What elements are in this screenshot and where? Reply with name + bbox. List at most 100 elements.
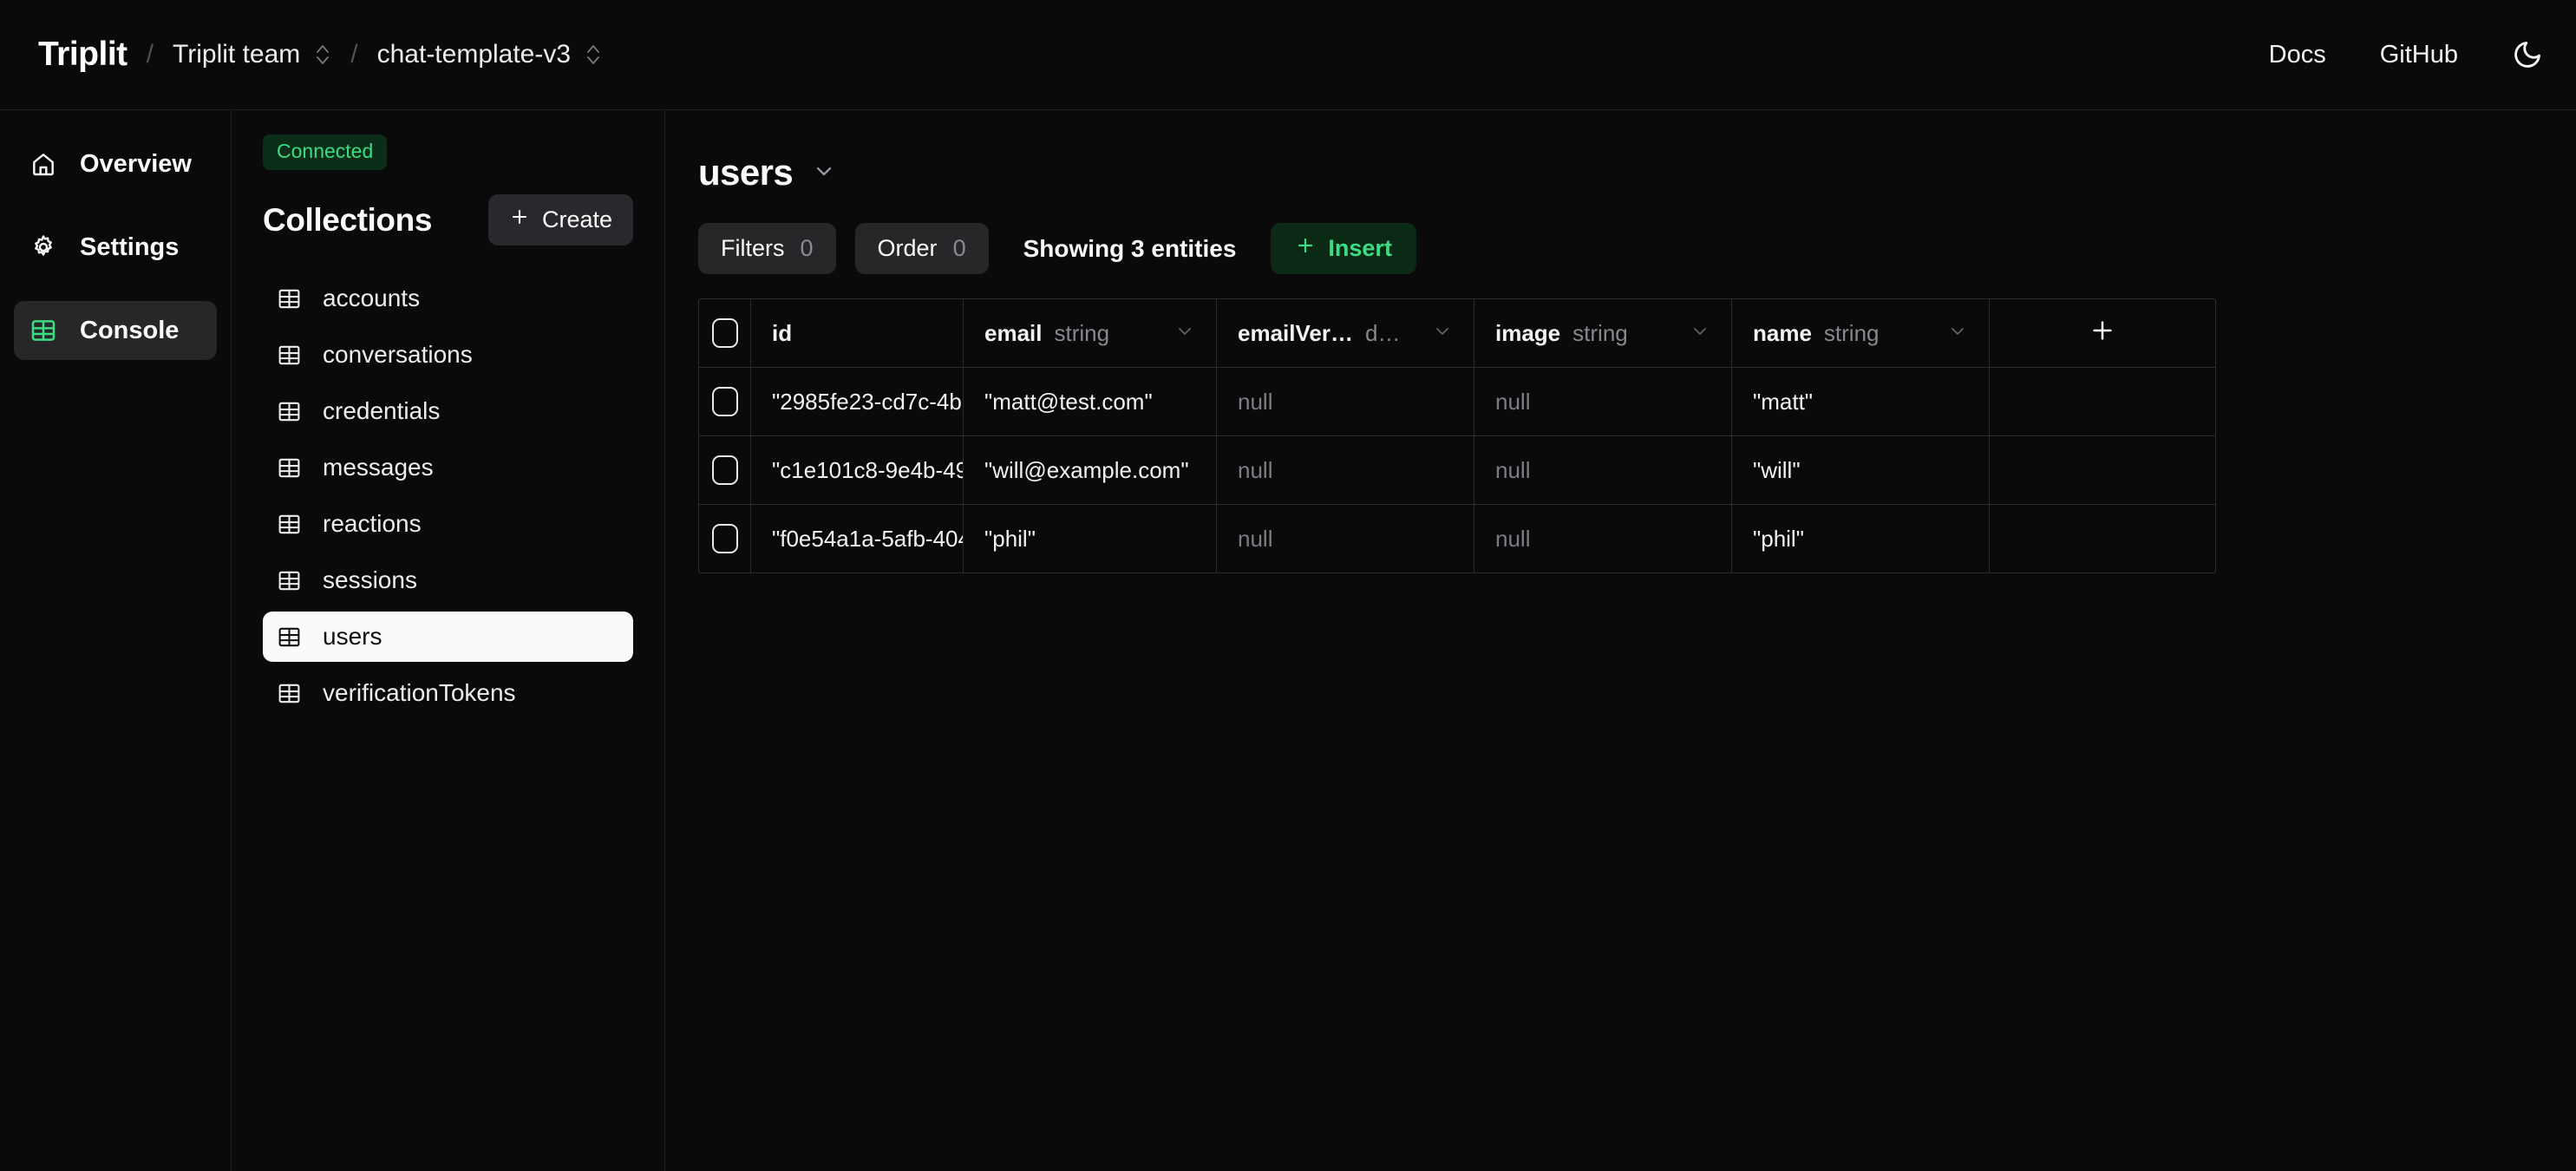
cell-empty	[1990, 436, 2215, 504]
cell-emailverified[interactable]: null	[1217, 368, 1474, 435]
table-row[interactable]: "f0e54a1a-5afb-4042-9c0 "phil" null null…	[699, 504, 2215, 572]
cell-id[interactable]: "2985fe23-cd7c-4bd2-b5	[751, 368, 964, 435]
cell-image[interactable]: null	[1474, 368, 1732, 435]
collection-item-accounts[interactable]: accounts	[263, 273, 633, 324]
collection-item-credentials[interactable]: credentials	[263, 386, 633, 436]
filters-label: Filters	[721, 235, 785, 261]
collection-item-label: sessions	[323, 566, 417, 593]
sidebar-nav: Overview Settings Console	[0, 110, 232, 1171]
chevron-down-icon[interactable]	[1166, 320, 1195, 347]
order-count: 0	[952, 235, 966, 261]
topbar-actions: Docs GitHub	[2269, 39, 2543, 70]
collections-title: Collections	[263, 201, 433, 238]
chevron-down-icon[interactable]	[1423, 320, 1453, 347]
collections-header: Collections Create	[263, 194, 633, 245]
column-header-name[interactable]: name string	[1732, 299, 1990, 367]
collection-item-label: credentials	[323, 397, 441, 424]
collections-panel: Connected Collections Create accounts co…	[232, 110, 665, 1171]
chevron-up-down-icon	[314, 42, 331, 68]
collection-item-label: accounts	[323, 285, 421, 311]
filters-count: 0	[800, 235, 814, 261]
collection-item-conversations[interactable]: conversations	[263, 330, 633, 380]
select-all-checkbox[interactable]	[711, 318, 738, 348]
collection-item-verificationtokens[interactable]: verificationTokens	[263, 668, 633, 718]
column-type: string	[1572, 319, 1628, 346]
breadcrumb-separator-1: /	[146, 40, 154, 69]
create-collection-label: Create	[541, 206, 612, 232]
docs-link[interactable]: Docs	[2269, 41, 2326, 69]
sidebar-item-console[interactable]: Console	[14, 301, 217, 360]
collection-item-reactions[interactable]: reactions	[263, 499, 633, 549]
collection-item-label: reactions	[323, 510, 422, 537]
plus-icon	[509, 206, 530, 233]
plus-icon	[2089, 317, 2116, 350]
cell-id[interactable]: "c1e101c8-9e4b-4999-88	[751, 436, 964, 504]
column-name: name	[1753, 319, 1812, 346]
collection-item-messages[interactable]: messages	[263, 442, 633, 493]
sidebar-item-label: Overview	[80, 149, 192, 178]
insert-button[interactable]: Insert	[1271, 223, 1416, 274]
page-title-row: users	[698, 152, 2576, 193]
table-icon	[277, 512, 302, 537]
create-collection-button[interactable]: Create	[487, 194, 633, 245]
breadcrumb-project-label: chat-template-v3	[376, 40, 572, 69]
row-select-cell	[699, 505, 751, 572]
sidebar-item-label: Console	[80, 316, 180, 344]
table-header-row: id email string emailVer… d… image strin…	[699, 299, 2215, 367]
chevron-down-icon[interactable]	[812, 159, 836, 187]
cell-name[interactable]: "phil"	[1732, 505, 1990, 572]
chevron-up-down-icon	[585, 42, 602, 68]
collection-item-users[interactable]: users	[263, 612, 633, 662]
cell-emailverified[interactable]: null	[1217, 436, 1474, 504]
column-header-email[interactable]: email string	[964, 299, 1217, 367]
collection-item-sessions[interactable]: sessions	[263, 555, 633, 605]
column-header-image[interactable]: image string	[1474, 299, 1732, 367]
cell-email[interactable]: "matt@test.com"	[964, 368, 1217, 435]
breadcrumb-project-selector[interactable]: chat-template-v3	[377, 40, 602, 69]
cell-name[interactable]: "will"	[1732, 436, 1990, 504]
gear-icon	[29, 233, 57, 261]
row-checkbox[interactable]	[711, 387, 738, 416]
table-row[interactable]: "2985fe23-cd7c-4bd2-b5 "matt@test.com" n…	[699, 367, 2215, 435]
column-header-emailverified[interactable]: emailVer… d…	[1217, 299, 1474, 367]
order-label: Order	[877, 235, 938, 261]
moon-icon[interactable]	[2512, 39, 2543, 70]
cell-image[interactable]: null	[1474, 505, 1732, 572]
cell-email[interactable]: "will@example.com"	[964, 436, 1217, 504]
breadcrumb-team-selector[interactable]: Triplit team	[173, 40, 331, 69]
order-button[interactable]: Order 0	[854, 223, 989, 274]
connection-status-badge: Connected	[263, 134, 388, 170]
row-checkbox[interactable]	[711, 455, 738, 485]
table-icon	[277, 568, 302, 593]
cell-emailverified[interactable]: null	[1217, 505, 1474, 572]
cell-image[interactable]: null	[1474, 436, 1732, 504]
chevron-down-icon[interactable]	[1939, 320, 1968, 347]
filters-button[interactable]: Filters 0	[698, 223, 836, 274]
cell-id[interactable]: "f0e54a1a-5afb-4042-9c0	[751, 505, 964, 572]
column-header-id[interactable]: id	[751, 299, 964, 367]
chevron-down-icon[interactable]	[1681, 320, 1710, 347]
add-column-button[interactable]	[1990, 299, 2215, 367]
top-bar: Triplit / Triplit team / chat-template-v…	[0, 0, 2576, 110]
brand-logo[interactable]: Triplit	[38, 36, 127, 74]
table-row[interactable]: "c1e101c8-9e4b-4999-88 "will@example.com…	[699, 435, 2215, 504]
sidebar-item-overview[interactable]: Overview	[14, 134, 217, 193]
column-name: image	[1495, 319, 1561, 346]
plus-icon	[1295, 235, 1316, 262]
row-checkbox[interactable]	[711, 524, 738, 553]
column-type: d…	[1364, 319, 1401, 346]
sidebar-item-settings[interactable]: Settings	[14, 218, 217, 277]
column-name: email	[984, 319, 1043, 346]
cell-email[interactable]: "phil"	[964, 505, 1217, 572]
collection-item-label: conversations	[323, 341, 473, 368]
table-icon	[29, 317, 57, 344]
github-link[interactable]: GitHub	[2380, 41, 2458, 69]
app-shell: Overview Settings Console Connected Coll…	[0, 110, 2576, 1171]
cell-empty	[1990, 368, 2215, 435]
cell-name[interactable]: "matt"	[1732, 368, 1990, 435]
page-title: users	[698, 152, 794, 193]
table-toolbar: Filters 0 Order 0 Showing 3 entities Ins…	[698, 223, 2576, 274]
table-icon	[277, 286, 302, 311]
table-icon	[277, 681, 302, 706]
column-name: emailVer…	[1238, 319, 1353, 346]
